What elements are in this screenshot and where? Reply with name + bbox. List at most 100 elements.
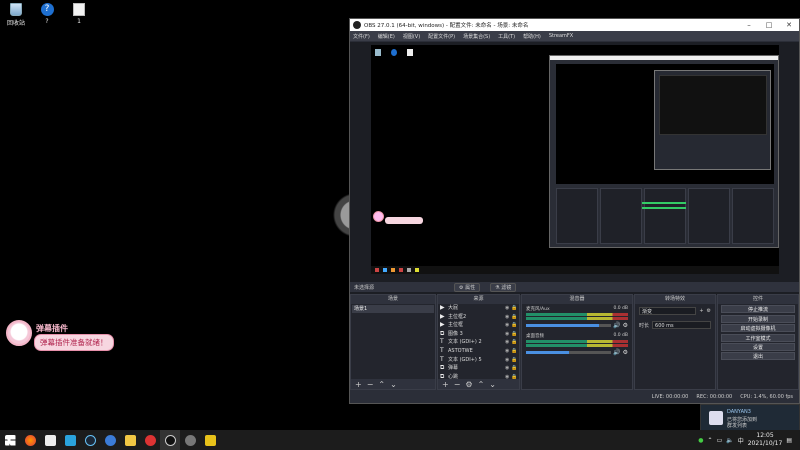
- visibility-lock-icon[interactable]: ◉ 🔒: [505, 356, 519, 365]
- source-item[interactable]: ⧉ 弹幕 ◉ 🔒: [438, 364, 519, 373]
- source-settings-icon[interactable]: ⚙: [465, 380, 472, 389]
- source-item[interactable]: T ASTOTWE ◉ 🔒: [438, 347, 519, 356]
- notification-center-icon[interactable]: ▤: [786, 437, 792, 444]
- desktop-level-meter: [526, 340, 628, 343]
- start-button[interactable]: [0, 430, 20, 450]
- source-type-icon: ⧉: [440, 329, 445, 337]
- preview-plugin-message: [385, 217, 423, 224]
- source-type-icon: T: [440, 346, 444, 354]
- steam-icon[interactable]: [80, 430, 100, 450]
- netease-music-icon[interactable]: [140, 430, 160, 450]
- source-item[interactable]: T 文本 (GDI+) 2 ◉ 🔒: [438, 338, 519, 347]
- add-source-icon[interactable]: +: [442, 380, 449, 389]
- menu-edit[interactable]: 编辑(E): [378, 33, 395, 40]
- gear-icon[interactable]: ⚙: [623, 322, 628, 329]
- file-explorer-icon[interactable]: [120, 430, 140, 450]
- firefox-icon[interactable]: [20, 430, 40, 450]
- mic-channel-db: 0.0 dB: [613, 306, 628, 311]
- menu-help[interactable]: 帮助(H): [523, 33, 541, 40]
- app-circle-icon[interactable]: [100, 430, 120, 450]
- obs-titlebar[interactable]: OBS 27.0.1 (64-bit, windows) - 配置文件: 未命名…: [350, 19, 799, 31]
- preview-plugin-avatar-icon: [373, 211, 384, 222]
- add-scene-icon[interactable]: +: [355, 380, 362, 389]
- chevron-up-icon[interactable]: ⌃: [708, 437, 713, 444]
- chat-notification[interactable]: DANYAN3 已将您添加到 群发列表: [700, 404, 800, 432]
- duration-input[interactable]: 600 ms: [652, 321, 711, 329]
- live-label: LIVE:: [651, 394, 665, 400]
- help-shortcut-icon[interactable]: ? ?: [35, 3, 59, 25]
- file-shortcut-icon[interactable]: 1: [67, 3, 91, 25]
- clock[interactable]: 12:05 2021/10/17: [748, 432, 783, 448]
- obs-preview[interactable]: [350, 42, 799, 295]
- recursive-dock-transitions: [688, 188, 730, 244]
- settings-button[interactable]: 设置: [721, 342, 795, 351]
- source-item[interactable]: ▶ 主位框2 ◉ 🔒: [438, 313, 519, 322]
- menu-scene-collection[interactable]: 场景集合(S): [463, 33, 490, 40]
- mic-volume-slider[interactable]: [526, 324, 612, 327]
- clock-date: 2021/10/17: [747, 440, 783, 447]
- remove-scene-icon[interactable]: −: [367, 380, 374, 389]
- mixer-channel-mic: 麦克风/Aux 0.0 dB 🔊 ⚙: [522, 304, 632, 331]
- desktop-volume-slider[interactable]: [526, 351, 612, 354]
- menu-tools[interactable]: 工具(T): [498, 33, 515, 40]
- rec-label: REC:: [696, 394, 709, 400]
- exit-button[interactable]: 退出: [721, 352, 795, 361]
- source-item[interactable]: ▶ 大屁 ◉ 🔒: [438, 304, 519, 313]
- menu-streamfx[interactable]: StreamFX: [549, 33, 573, 39]
- visibility-lock-icon[interactable]: ◉ 🔒: [505, 304, 519, 313]
- visibility-lock-icon[interactable]: ◉ 🔒: [505, 313, 519, 322]
- close-icon[interactable]: ✕: [779, 21, 799, 29]
- start-recording-button[interactable]: 开始录制: [721, 314, 795, 323]
- source-name: 图像 3: [448, 330, 463, 337]
- input-method-icon[interactable]: 中: [738, 436, 744, 445]
- scene-item[interactable]: 场景1: [352, 305, 434, 313]
- source-item[interactable]: ⧉ 图像 3 ◉ 🔒: [438, 330, 519, 339]
- network-icon[interactable]: ▭: [717, 437, 723, 444]
- obs-status-bar: LIVE: 00:00:00 REC: 00:00:00 CPU: 1.4%, …: [350, 391, 799, 403]
- menu-file[interactable]: 文件(F): [353, 33, 370, 40]
- speaker-icon[interactable]: 🔊: [613, 322, 620, 329]
- minimize-icon[interactable]: –: [739, 21, 759, 29]
- maximize-icon[interactable]: □: [759, 21, 779, 29]
- filters-button[interactable]: ⚗ 滤镜: [490, 282, 517, 292]
- move-up-icon[interactable]: ⌃: [378, 380, 385, 389]
- menu-view[interactable]: 视图(V): [403, 33, 420, 40]
- visibility-lock-icon[interactable]: ◉ 🔒: [505, 338, 519, 347]
- notification-avatar-icon: [709, 411, 723, 425]
- preview-canvas[interactable]: [371, 45, 779, 274]
- app-gear-icon[interactable]: [180, 430, 200, 450]
- windows-logo-icon: [4, 434, 16, 446]
- wechat-tray-icon[interactable]: ●: [698, 437, 703, 444]
- move-down-icon[interactable]: ⌄: [390, 380, 397, 389]
- recursive-mixer-meters: [642, 202, 686, 204]
- source-item[interactable]: T 文本 (GDI+) 5 ◉ 🔒: [438, 356, 519, 365]
- start-virtual-camera-button[interactable]: 启动虚拟摄像机: [721, 324, 795, 333]
- studio-mode-button[interactable]: 工作室模式: [721, 333, 795, 342]
- plugin-title: 弹幕插件: [36, 324, 68, 333]
- app-blue-icon[interactable]: [60, 430, 80, 450]
- recycle-bin-image: [10, 3, 22, 16]
- add-transition-icon[interactable]: +: [699, 308, 703, 314]
- move-up-icon[interactable]: ⌃: [478, 380, 485, 389]
- properties-button[interactable]: ⚙ 属性: [454, 282, 481, 292]
- transition-settings-icon[interactable]: ⚙: [707, 308, 711, 314]
- remove-source-icon[interactable]: −: [454, 380, 461, 389]
- volume-icon[interactable]: 🔈: [726, 437, 733, 444]
- move-down-icon[interactable]: ⌄: [489, 380, 496, 389]
- visibility-lock-icon[interactable]: ◉ 🔒: [505, 364, 519, 373]
- file-icon[interactable]: [40, 430, 60, 450]
- obs-taskbar-icon[interactable]: [160, 430, 180, 450]
- clock-time: 12:05: [756, 432, 774, 439]
- gear-icon[interactable]: ⚙: [623, 349, 628, 356]
- transition-type-select[interactable]: 渐变: [639, 307, 697, 315]
- mic-channel-name: 麦克风/Aux: [526, 307, 550, 312]
- app-yellow-icon[interactable]: [200, 430, 220, 450]
- speaker-icon[interactable]: 🔊: [613, 349, 620, 356]
- visibility-lock-icon[interactable]: ◉ 🔒: [505, 321, 519, 330]
- menu-profile[interactable]: 配置文件(P): [428, 33, 455, 40]
- source-item[interactable]: ▶ 主位框 ◉ 🔒: [438, 321, 519, 330]
- stop-streaming-button[interactable]: 停止推流: [721, 305, 795, 314]
- recycle-bin-icon[interactable]: 回收站: [4, 3, 28, 27]
- visibility-lock-icon[interactable]: ◉ 🔒: [505, 330, 519, 339]
- visibility-lock-icon[interactable]: ◉ 🔒: [505, 347, 519, 356]
